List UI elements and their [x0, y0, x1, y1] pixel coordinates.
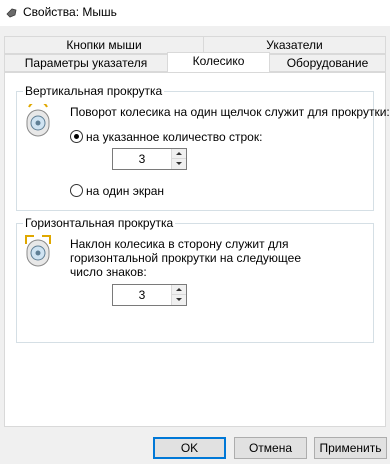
arrow-down-icon [176, 298, 182, 301]
horizontal-scroll-group: Горизонтальная прокрутка Наклон колесика… [16, 216, 374, 343]
lines-spinner[interactable]: 3 [112, 148, 187, 170]
window-title: Свойства: Мышь [23, 5, 117, 19]
lines-radio[interactable] [70, 130, 83, 143]
title-bar: Свойства: Мышь [0, 0, 390, 26]
arrow-down-icon [176, 162, 182, 165]
chars-value[interactable]: 3 [113, 285, 171, 305]
vertical-scroll-title: Вертикальная прокрутка [23, 84, 165, 98]
arrow-up-icon [176, 288, 182, 291]
cancel-button[interactable]: Отмена [234, 437, 307, 459]
tab-label: Кнопки мыши [66, 38, 142, 52]
tab-label: Параметры указателя [24, 56, 148, 70]
tab-label: Оборудование [286, 56, 369, 70]
horizontal-description-line1: Наклон колесика в сторону служит для [70, 237, 289, 251]
screen-radio-label[interactable]: на один экран [86, 184, 164, 198]
tab-label: Колесико [192, 54, 245, 68]
vertical-scroll-group: Вертикальная прокрутка Поворот колесика … [16, 84, 390, 211]
mouse-icon [6, 8, 17, 18]
lines-value[interactable]: 3 [113, 149, 171, 169]
tab-wheel[interactable]: Колесико [167, 52, 270, 72]
horizontal-description-line3: число знаков: [70, 265, 147, 279]
horizontal-scroll-title: Горизонтальная прокрутка [23, 216, 176, 230]
lines-spin-down-button[interactable] [171, 159, 186, 169]
chars-spin-up-button[interactable] [171, 285, 186, 295]
screen-radio[interactable] [70, 184, 83, 197]
arrow-up-icon [176, 152, 182, 155]
ok-button[interactable]: OK [153, 437, 226, 459]
apply-button[interactable]: Применить [314, 437, 387, 459]
lines-spin-up-button[interactable] [171, 149, 186, 159]
lines-radio-label[interactable]: на указанное количество строк: [86, 130, 262, 144]
horizontal-description-line2: горизонтальной прокрутки на следующее [70, 251, 302, 265]
tab-label: Указатели [266, 38, 323, 52]
wheel-tab-panel: Вертикальная прокрутка Поворот колесика … [4, 72, 390, 427]
mouse-wheel-icon [26, 104, 50, 137]
tab-pointer-options[interactable]: Параметры указателя [4, 54, 168, 72]
chars-spin-down-button[interactable] [171, 295, 186, 305]
vertical-description: Поворот колесика на один щелчок служит д… [70, 105, 390, 119]
mouse-wheel-icon [25, 235, 51, 267]
chars-spinner[interactable]: 3 [112, 284, 187, 306]
tab-hardware[interactable]: Оборудование [269, 54, 386, 72]
